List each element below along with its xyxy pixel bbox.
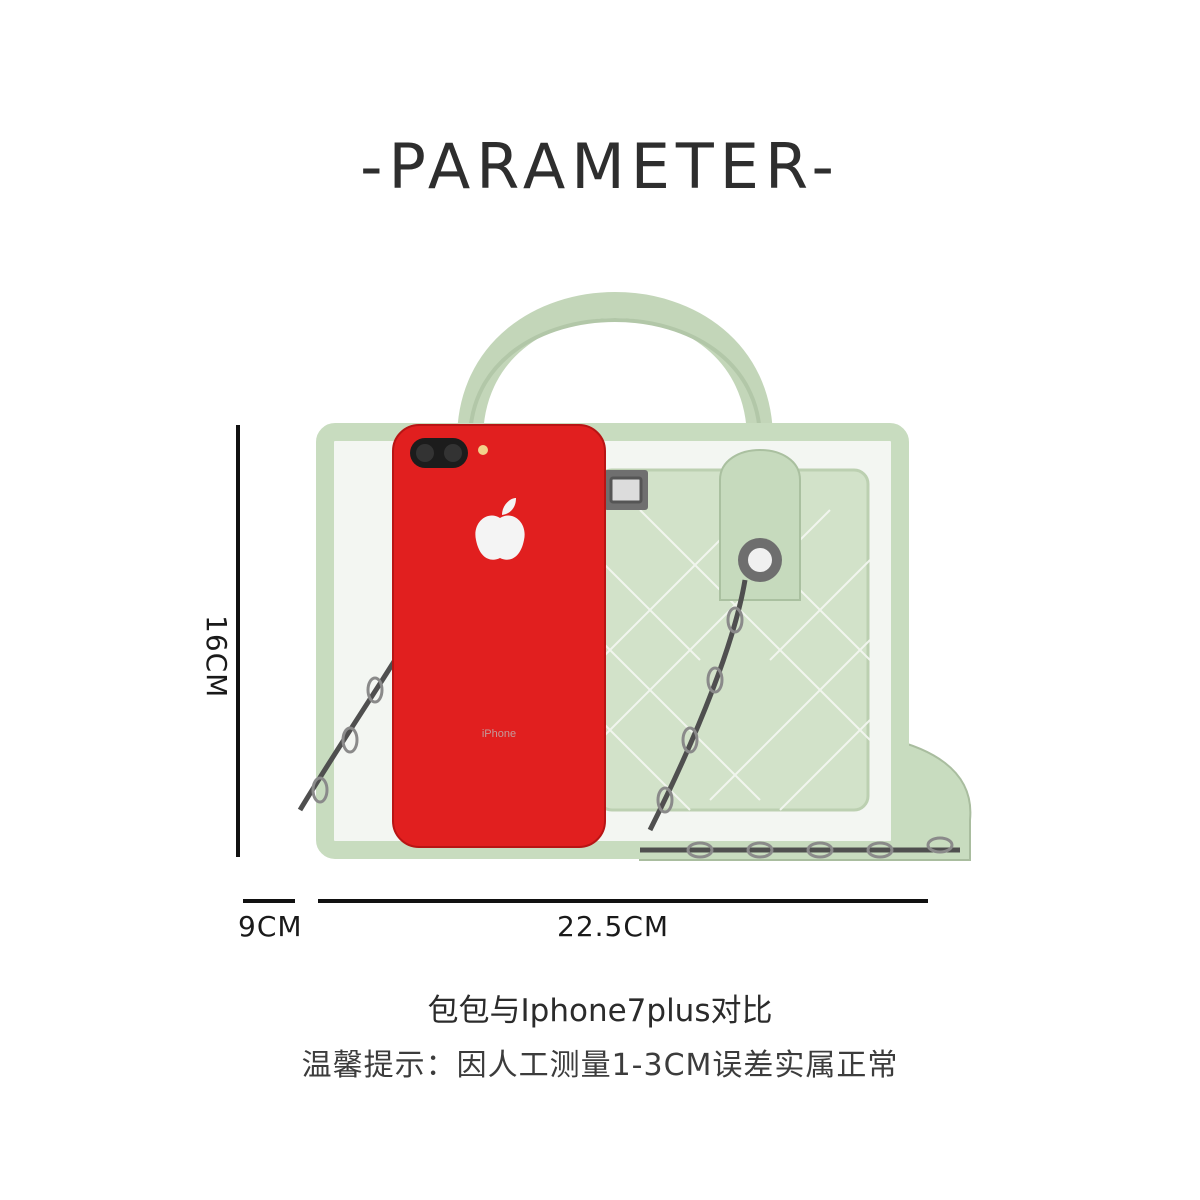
red-phone: iPhone [392, 424, 606, 848]
comparison-caption: 包包与Iphone7plus对比 [427, 993, 773, 1029]
phone-brand-text: iPhone [482, 728, 516, 740]
measurement-note: 温馨提示：因人工测量1-3CM误差实属正常 [301, 1048, 899, 1083]
height-dimension-line [236, 425, 240, 857]
apple-logo-icon [475, 515, 525, 560]
strap-tab [719, 449, 801, 601]
lock-clasp [604, 470, 648, 510]
depth-label: 9CM [238, 910, 303, 943]
width-dimension-line [318, 899, 928, 903]
bag-handle [457, 292, 773, 453]
depth-dimension-line [243, 899, 295, 903]
height-label: 16CM [200, 615, 233, 699]
width-label: 22.5CM [557, 910, 670, 943]
